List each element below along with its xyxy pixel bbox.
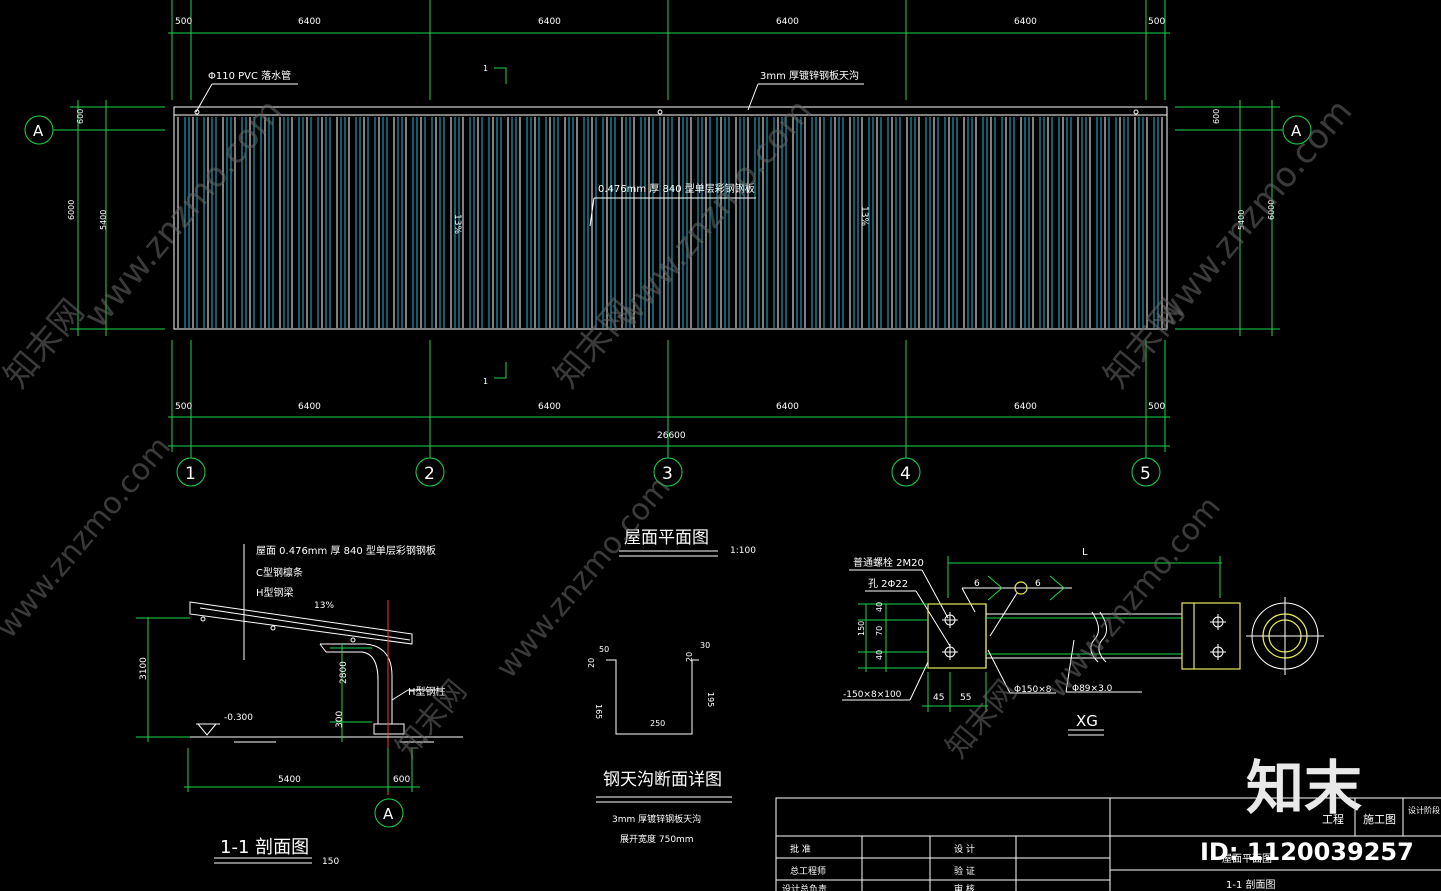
tb-row-2: 总工程师 xyxy=(790,865,826,877)
slope-right: 13% xyxy=(859,206,869,226)
gutter-dim-250: 250 xyxy=(650,719,665,728)
bottom-dim-4: 6400 xyxy=(776,402,799,412)
top-dim-2: 6400 xyxy=(298,17,321,27)
axis-2: 2 xyxy=(424,464,435,484)
top-dim-1: 500 xyxy=(175,17,192,27)
gutter-note-2: 展开宽度 750mm xyxy=(620,833,694,845)
right-dim-600: 600 xyxy=(1212,109,1221,124)
note-beam: H型钢梁 xyxy=(256,586,294,599)
gutter-dim-20b: 20 xyxy=(685,652,694,662)
watermark-id: ID: 1120039257 xyxy=(1200,838,1414,866)
xg-dim-150: 150 xyxy=(857,621,866,636)
left-dim-600: 600 xyxy=(76,109,85,124)
xg-hole: 孔 2Φ22 xyxy=(868,578,908,590)
tb-stage: 施工图 xyxy=(1363,813,1396,826)
watermark-url-2: www.znzmo.com xyxy=(606,92,820,336)
section-mark-bottom: 1 xyxy=(483,377,488,386)
note-purlin: C型钢檩条 xyxy=(256,566,303,579)
watermarks: www.znzmo.com www.znzmo.com www.znzmo.co… xyxy=(0,92,1414,866)
watermark-url-5: www.znzmo.com xyxy=(489,470,678,685)
axis-1: 1 xyxy=(185,464,196,484)
watermark-brand-5: 知末网 xyxy=(939,674,1024,765)
gutter-dim-195: 195 xyxy=(706,692,715,707)
watermark-brand-2: 知末网 xyxy=(546,292,642,396)
watermark-url-6: www.znzmo.com xyxy=(1039,490,1228,705)
bottom-dim-5: 6400 xyxy=(1014,402,1037,412)
tb-role-2: 验 证 xyxy=(954,865,975,877)
section-mark-top: 1 xyxy=(483,64,488,73)
section-axis-a: A xyxy=(383,805,394,823)
dim-5400-section: 5400 xyxy=(278,775,301,785)
note-roof: 屋面 0.476mm 厚 840 型单层彩钢钢板 xyxy=(256,544,436,557)
tb-stage-label: 设计阶段 xyxy=(1408,805,1440,815)
plan-scale: 1:100 xyxy=(730,546,756,556)
xg-dim-45: 45 xyxy=(933,693,944,703)
watermark-logo: 知末 xyxy=(1246,754,1362,822)
xg-title: XG xyxy=(1076,712,1098,730)
tb-row-1: 批 准 xyxy=(790,843,811,855)
gutter-dim-165: 165 xyxy=(594,704,603,719)
cad-drawing: 500 6400 6400 6400 6400 500 Φ110 PVC 落水管… xyxy=(0,0,1441,891)
gutter-dim-20a: 20 xyxy=(587,658,596,668)
watermark-brand-1: 知末网 xyxy=(0,292,92,396)
weld-left: 6 xyxy=(974,579,980,589)
dim-2800: 2800 xyxy=(339,661,349,684)
gutter-dim-50: 50 xyxy=(599,645,609,654)
axis-a-left: A xyxy=(33,122,44,140)
gutter-detail: 50 20 30 20 195 165 250 钢天沟断面详图 3mm 厚镀锌钢… xyxy=(587,641,732,845)
section-title: 1-1 剖面图 xyxy=(220,837,309,858)
slope-left: 13% xyxy=(452,214,462,234)
xg-dim-40a: 40 xyxy=(875,602,884,612)
section-slope: 13% xyxy=(314,601,334,611)
weld-right: 6 xyxy=(1035,579,1041,589)
axis-5: 5 xyxy=(1140,464,1151,484)
watermark-brand-3: 知末网 xyxy=(1096,292,1192,396)
label-drain-pipe: Φ110 PVC 落水管 xyxy=(208,69,291,82)
top-dim-5: 6400 xyxy=(1014,17,1037,27)
left-dim-6000: 6000 xyxy=(67,200,76,220)
gutter-note-1: 3mm 厚镀锌钢板天沟 xyxy=(612,813,701,825)
watermark-url-1: www.znzmo.com xyxy=(76,92,290,336)
tb-role-1: 设 计 xyxy=(954,843,975,855)
dim-300: 300 xyxy=(335,711,345,728)
dim-600-section: 600 xyxy=(393,775,410,785)
top-dim-3: 6400 xyxy=(538,17,561,27)
xg-dim-55: 55 xyxy=(960,693,971,703)
section-1-1: 屋面 0.476mm 厚 840 型单层彩钢钢板 C型钢檩条 H型钢梁 13% … xyxy=(136,544,463,867)
watermark-url-4: www.znzmo.com xyxy=(0,430,178,645)
top-dim-4: 6400 xyxy=(776,17,799,27)
xg-bolt: 普通螺栓 2M20 xyxy=(853,556,924,569)
bottom-dim-3: 6400 xyxy=(538,402,561,412)
xg-dim-70: 70 xyxy=(875,626,884,636)
top-dim-6: 500 xyxy=(1148,17,1165,27)
gutter-title: 钢天沟断面详图 xyxy=(603,770,722,790)
xg-plate: -150×8×100 xyxy=(843,690,902,700)
tb-role-3: 审 核 xyxy=(954,883,975,891)
bottom-dim-2: 6400 xyxy=(298,402,321,412)
dim-3100: 3100 xyxy=(139,657,149,680)
label-gutter: 3mm 厚镀锌钢板天沟 xyxy=(760,69,859,82)
axis-4: 4 xyxy=(900,464,911,484)
xg-dim-40b: 40 xyxy=(875,650,884,660)
total-dim: 26600 xyxy=(657,431,686,441)
bottom-dim-1: 500 xyxy=(175,402,192,412)
left-dim-5400: 5400 xyxy=(99,210,108,230)
section-scale: 150 xyxy=(322,857,339,867)
watermark-url-3: www.znzmo.com xyxy=(1146,92,1360,336)
xg-length: L xyxy=(1082,547,1088,558)
tb-drawing-2: 1-1 剖面图 xyxy=(1226,878,1276,891)
gutter-dim-30: 30 xyxy=(700,641,710,650)
roof-ribs xyxy=(177,117,1163,328)
tb-row-3: 设计总负责 xyxy=(782,883,827,891)
level-label: -0.300 xyxy=(224,713,253,723)
bottom-dim-6: 500 xyxy=(1148,402,1165,412)
